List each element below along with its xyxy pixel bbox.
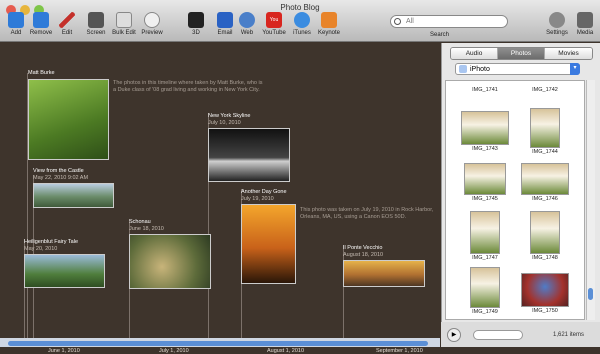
keynote-icon: [321, 12, 337, 28]
search-input[interactable]: All: [390, 15, 508, 28]
iphoto-icon: [459, 65, 467, 73]
email-icon: [217, 12, 233, 28]
settings-button[interactable]: Settings: [542, 12, 572, 36]
horizontal-scroll-thumb[interactable]: [8, 341, 428, 346]
axis-tick-label: August 1, 2010: [267, 348, 305, 354]
window-toolbar: Photo Blog Add Remove Edit Screen Bulk E…: [0, 0, 600, 42]
item-caption: This photo was taken on July 19, 2010 in…: [300, 207, 434, 220]
item-title: Another Day Gone: [241, 189, 287, 195]
item-date: July 10, 2010: [208, 120, 241, 126]
itunes-button[interactable]: iTunes: [287, 12, 317, 36]
media-button[interactable]: Media: [570, 12, 600, 36]
thumbnail-label: IMG_1747: [472, 255, 498, 261]
play-button[interactable]: ▶: [447, 328, 461, 342]
globe-icon: [239, 12, 255, 28]
photo-thumbnail[interactable]: [241, 204, 296, 284]
timeline-item[interactable]: Matt Burke: [28, 70, 109, 160]
thumbnail-label: IMG_1743: [472, 146, 498, 152]
item-date: August 18, 2010: [343, 252, 384, 258]
timeline-item[interactable]: Heiligenblut Fairy Tale May 20, 2010: [24, 239, 105, 288]
photo-thumbnail[interactable]: [129, 234, 211, 289]
media-search-input[interactable]: [473, 330, 523, 340]
vertical-scroll-thumb[interactable]: [588, 288, 593, 300]
item-title: New York Skyline: [208, 113, 251, 119]
grid-thumbnail[interactable]: IMG_1744: [515, 108, 575, 155]
item-count: 1,621 items: [553, 332, 585, 338]
web-button[interactable]: Web: [232, 12, 262, 36]
timeline-canvas[interactable]: Matt Burke The photos in this timeline w…: [0, 43, 440, 354]
three-d-button[interactable]: 3D: [181, 12, 211, 36]
remove-icon: [33, 12, 49, 28]
source-dropdown[interactable]: iPhoto: [455, 63, 580, 75]
search-icon: [394, 18, 401, 25]
item-date: May 22, 2010 9:02 AM: [33, 175, 89, 181]
bulk-edit-icon: [116, 12, 132, 28]
grid-thumbnail[interactable]: IMG_1741: [455, 86, 515, 93]
photo-thumbnail[interactable]: [24, 254, 105, 288]
edit-button[interactable]: Edit: [52, 12, 82, 36]
axis-tick-label: June 1, 2010: [48, 348, 80, 354]
thumbnail-label: IMG_1748: [532, 255, 558, 261]
photo-thumbnail[interactable]: [33, 183, 114, 208]
3d-icon: [188, 12, 204, 28]
screen-icon: [88, 12, 104, 28]
grid-thumbnail[interactable]: IMG_1748: [515, 211, 575, 261]
tab-movies[interactable]: Movies: [545, 48, 592, 59]
screen-button[interactable]: Screen: [81, 12, 111, 36]
media-icon: [577, 12, 593, 28]
grid-thumbnail[interactable]: IMG_1749: [455, 267, 515, 315]
thumbnail-label: IMG_1750: [532, 308, 558, 314]
youtube-button[interactable]: You YouTube: [259, 12, 289, 36]
preview-button[interactable]: Preview: [137, 12, 167, 36]
timeline-item[interactable]: Schonau June 18, 2010: [129, 219, 211, 289]
itunes-icon: [294, 12, 310, 28]
pencil-icon: [59, 12, 75, 28]
timeline-item[interactable]: New York Skyline July 10, 2010: [208, 113, 290, 182]
timeline-item[interactable]: Another Day Gone July 19, 2010: [241, 189, 296, 284]
item-date: June 18, 2010: [129, 226, 164, 232]
item-title: Heiligenblut Fairy Tale: [24, 239, 79, 245]
grid-thumbnail[interactable]: IMG_1750: [515, 273, 575, 314]
photo-thumbnail[interactable]: [343, 260, 425, 287]
axis-tick-label: September 1, 2010: [376, 348, 423, 354]
keynote-button[interactable]: Keynote: [314, 12, 344, 36]
item-date: May 20, 2010: [24, 246, 58, 252]
grid-thumbnail[interactable]: IMG_1746: [515, 163, 575, 202]
search-label: Search: [430, 32, 450, 38]
media-tabs: Audio Photos Movies: [450, 47, 593, 60]
add-icon: [8, 12, 24, 28]
photo-thumbnail[interactable]: [28, 79, 109, 160]
grid-thumbnail[interactable]: IMG_1747: [455, 211, 515, 261]
photo-thumbnail[interactable]: [208, 128, 290, 182]
magnifier-icon: [144, 12, 160, 28]
grid-thumbnail[interactable]: IMG_1742: [515, 86, 575, 93]
thumbnail-label: IMG_1741: [472, 87, 498, 93]
bulk-edit-button[interactable]: Bulk Edit: [109, 12, 139, 36]
item-date: July 19, 2010: [241, 196, 274, 202]
thumbnail-label: IMG_1749: [472, 309, 498, 315]
item-title: Il Ponte Vecchio: [343, 245, 383, 251]
item-title: View from the Castle: [33, 168, 84, 174]
timeline-item[interactable]: View from the Castle May 22, 2010 9:02 A…: [33, 168, 114, 208]
vertical-scrollbar[interactable]: [586, 80, 595, 320]
item-caption: The photos in this timeline where taken …: [113, 80, 263, 93]
thumbnail-label: IMG_1744: [532, 149, 558, 155]
timeline-item[interactable]: Il Ponte Vecchio August 18, 2010: [343, 245, 425, 287]
item-title: Schonau: [129, 219, 151, 225]
thumbnail-label: IMG_1745: [472, 196, 498, 202]
gear-icon: [549, 12, 565, 28]
tab-photos[interactable]: Photos: [498, 48, 545, 59]
grid-thumbnail[interactable]: IMG_1745: [455, 163, 515, 202]
thumbnail-label: IMG_1742: [532, 87, 558, 93]
window-title: Photo Blog: [280, 3, 320, 12]
thumbnail-label: IMG_1746: [532, 196, 558, 202]
axis-tick-label: July 1, 2010: [159, 348, 189, 354]
youtube-icon: You: [266, 12, 282, 28]
dropdown-arrow-icon[interactable]: ▾: [570, 63, 580, 75]
tab-audio[interactable]: Audio: [451, 48, 498, 59]
grid-thumbnail[interactable]: IMG_1743: [455, 111, 515, 152]
item-title: Matt Burke: [28, 70, 55, 76]
